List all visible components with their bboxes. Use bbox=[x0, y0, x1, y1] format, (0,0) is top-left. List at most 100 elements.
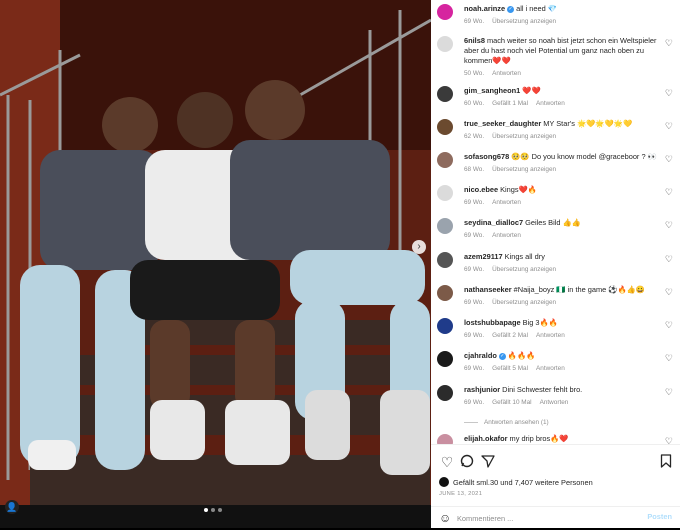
comment-like-heart-icon[interactable]: ♡ bbox=[665, 387, 673, 398]
avatar[interactable] bbox=[437, 86, 453, 102]
user-tag-icon[interactable]: 👤 bbox=[5, 500, 19, 514]
comment-like-heart-icon[interactable]: ♡ bbox=[665, 121, 673, 132]
comment-body: nico.ebee Kings❤️🔥 69 Wo. Antworten bbox=[464, 185, 664, 208]
comment-time: 69 Wo. bbox=[464, 299, 485, 306]
comment-like-heart-icon[interactable]: ♡ bbox=[665, 436, 673, 444]
comment-meta: 69 Wo. Antworten bbox=[464, 198, 664, 208]
comment-text: Kings all dry bbox=[504, 252, 545, 261]
likes-text: Gefällt sml.30 und 7,407 weitere Persone… bbox=[453, 477, 593, 487]
comment-meta-action[interactable]: Gefällt 1 Mal bbox=[492, 100, 528, 107]
comment-like-heart-icon[interactable]: ♡ bbox=[665, 187, 673, 198]
comment-body: sofasong678 🥺🥺 Do you know model @gracebo… bbox=[464, 152, 664, 175]
comment-meta: 69 Wo. Übersetzung anzeigen bbox=[464, 17, 664, 27]
comment-meta-action[interactable]: Antworten bbox=[536, 332, 565, 339]
avatar[interactable] bbox=[437, 318, 453, 334]
post-photo[interactable]: › 👤 bbox=[0, 0, 431, 528]
carousel-dot bbox=[204, 508, 208, 512]
avatar[interactable] bbox=[437, 185, 453, 201]
comment-meta: 69 Wo. Übersetzung anzeigen bbox=[464, 265, 664, 275]
comment-username[interactable]: nathanseeker bbox=[464, 285, 512, 294]
comment-text: Big 3🔥🔥 bbox=[522, 318, 558, 327]
comment-username[interactable]: nico.ebee bbox=[464, 185, 498, 194]
comment-meta-action[interactable]: Antworten bbox=[492, 232, 521, 239]
avatar[interactable] bbox=[437, 285, 453, 301]
comment-username[interactable]: 6nils8 bbox=[464, 36, 485, 45]
comment-body: seydina_dialloc7 Geiles Bild 👍👍 69 Wo. Antw… bbox=[464, 218, 664, 241]
comment-time: 60 Wo. bbox=[464, 100, 485, 107]
comment-meta: 69 Wo. Gefällt 5 Mal Antworten bbox=[464, 364, 664, 374]
comment-like-heart-icon[interactable]: ♡ bbox=[665, 353, 673, 364]
comment-meta-action[interactable]: Antworten bbox=[492, 199, 521, 206]
comment-like-heart-icon[interactable]: ♡ bbox=[665, 220, 673, 231]
comment-username[interactable]: cjahraldo bbox=[464, 351, 497, 360]
comment-meta-action[interactable]: Übersetzung anzeigen bbox=[492, 133, 556, 140]
comment-username[interactable]: lostshubbapage bbox=[464, 318, 521, 327]
avatar[interactable] bbox=[437, 252, 453, 268]
comment-meta: 68 Wo. Übersetzung anzeigen bbox=[464, 165, 664, 175]
comment-username[interactable]: azem29117 bbox=[464, 252, 503, 261]
comment-like-heart-icon[interactable]: ♡ bbox=[665, 287, 673, 298]
comment-meta-action[interactable]: Gefällt 10 Mal bbox=[492, 399, 531, 406]
comment-like-heart-icon[interactable]: ♡ bbox=[665, 154, 673, 165]
add-comment-bar: ☺ Posten bbox=[431, 506, 680, 530]
post-comment-button[interactable]: Posten bbox=[647, 512, 672, 521]
comment-meta-action[interactable]: Übersetzung anzeigen bbox=[492, 166, 556, 173]
avatar[interactable] bbox=[437, 4, 453, 20]
action-bar: ♡ Gefällt sml.30 und 7,407 weitere Perso… bbox=[431, 444, 680, 529]
avatar[interactable] bbox=[437, 218, 453, 234]
comment-meta-action[interactable]: Antworten bbox=[492, 70, 521, 77]
comment-time: 69 Wo. bbox=[464, 266, 485, 273]
bookmark-icon[interactable] bbox=[658, 454, 674, 470]
comment-meta-action[interactable]: Übersetzung anzeigen bbox=[492, 299, 556, 306]
share-icon[interactable] bbox=[480, 454, 496, 470]
likes-summary[interactable]: Gefällt sml.30 und 7,407 weitere Persone… bbox=[439, 477, 593, 487]
comment-like-heart-icon[interactable]: ♡ bbox=[665, 254, 673, 265]
comment-meta-action[interactable]: Gefällt 2 Mal bbox=[492, 332, 528, 339]
comment-meta-action[interactable]: Übersetzung anzeigen bbox=[492, 266, 556, 273]
comment-username[interactable]: elijah.okafor bbox=[464, 434, 508, 443]
comment-input[interactable] bbox=[457, 511, 637, 526]
comment-username[interactable]: rashjunior bbox=[464, 385, 500, 394]
comment-meta: 50 Wo. Antworten bbox=[464, 69, 664, 79]
comment-meta-action[interactable]: Gefällt 5 Mal bbox=[492, 365, 528, 372]
comment-meta-action[interactable]: Antworten bbox=[536, 100, 565, 107]
comment-username[interactable]: true_seeker_daughter bbox=[464, 119, 541, 128]
comment-username[interactable]: gim_sangheon1 bbox=[464, 86, 520, 95]
avatar[interactable] bbox=[437, 385, 453, 401]
emoji-icon[interactable]: ☺ bbox=[439, 512, 451, 525]
avatar[interactable] bbox=[437, 434, 453, 444]
comment-username[interactable]: sofasong678 bbox=[464, 152, 509, 161]
comment-text: Kings❤️🔥 bbox=[500, 185, 537, 194]
comment-time: 50 Wo. bbox=[464, 70, 485, 77]
avatar[interactable] bbox=[437, 119, 453, 135]
comment-username[interactable]: noah.arinze bbox=[464, 4, 505, 13]
comment-username[interactable]: seydina_dialloc7 bbox=[464, 218, 523, 227]
comment-text: MY Star's 🌟💛🌟💛🌟💛 bbox=[543, 119, 633, 128]
verified-badge-icon: ✓ bbox=[507, 5, 515, 13]
comment-text: Geiles Bild 👍👍 bbox=[525, 218, 581, 227]
comment-meta-action[interactable]: Antworten bbox=[540, 399, 569, 406]
next-image-button[interactable]: › bbox=[412, 240, 426, 254]
comment-like-heart-icon[interactable]: ♡ bbox=[665, 320, 673, 331]
comment-like-heart-icon[interactable]: ♡ bbox=[665, 38, 673, 49]
carousel-dot bbox=[218, 508, 222, 512]
comment-body: elijah.okafor my drip bros🔥❤️ bbox=[464, 434, 664, 444]
comment-meta-action[interactable]: Übersetzung anzeigen bbox=[492, 18, 556, 25]
comment-like-heart-icon[interactable]: ♡ bbox=[665, 88, 673, 99]
avatar[interactable] bbox=[437, 36, 453, 52]
avatar[interactable] bbox=[437, 152, 453, 168]
comment-meta-action[interactable]: Antworten bbox=[536, 365, 565, 372]
comment-text: 🥺🥺 Do you know model @graceboor ? 👀 bbox=[511, 152, 657, 161]
comment-time: 69 Wo. bbox=[464, 232, 485, 239]
avatar[interactable] bbox=[437, 351, 453, 367]
post-side-panel: noah.arinze ✓ all i need 💎 69 Wo. Übersetzu… bbox=[431, 0, 680, 528]
comment-body: cjahraldo ✓ 🔥🔥🔥 69 Wo. Gefällt 5 Mal Antwort… bbox=[464, 351, 664, 374]
comments-list[interactable]: noah.arinze ✓ all i need 💎 69 Wo. Übersetzu… bbox=[431, 0, 680, 444]
view-replies-link[interactable]: Antworten ansehen (1) bbox=[464, 419, 549, 426]
comment-body: lostshubbapage Big 3🔥🔥 69 Wo. Gefällt 2 Mal… bbox=[464, 318, 664, 341]
heart-icon[interactable]: ♡ bbox=[439, 454, 455, 470]
carousel-dots bbox=[204, 508, 222, 512]
verified-badge-icon: ✓ bbox=[498, 352, 506, 360]
comment-icon[interactable] bbox=[459, 454, 475, 470]
comment-text: #Naija_boyz 🇳🇬 in the game ⚽️🔥👍😀 bbox=[513, 285, 646, 294]
